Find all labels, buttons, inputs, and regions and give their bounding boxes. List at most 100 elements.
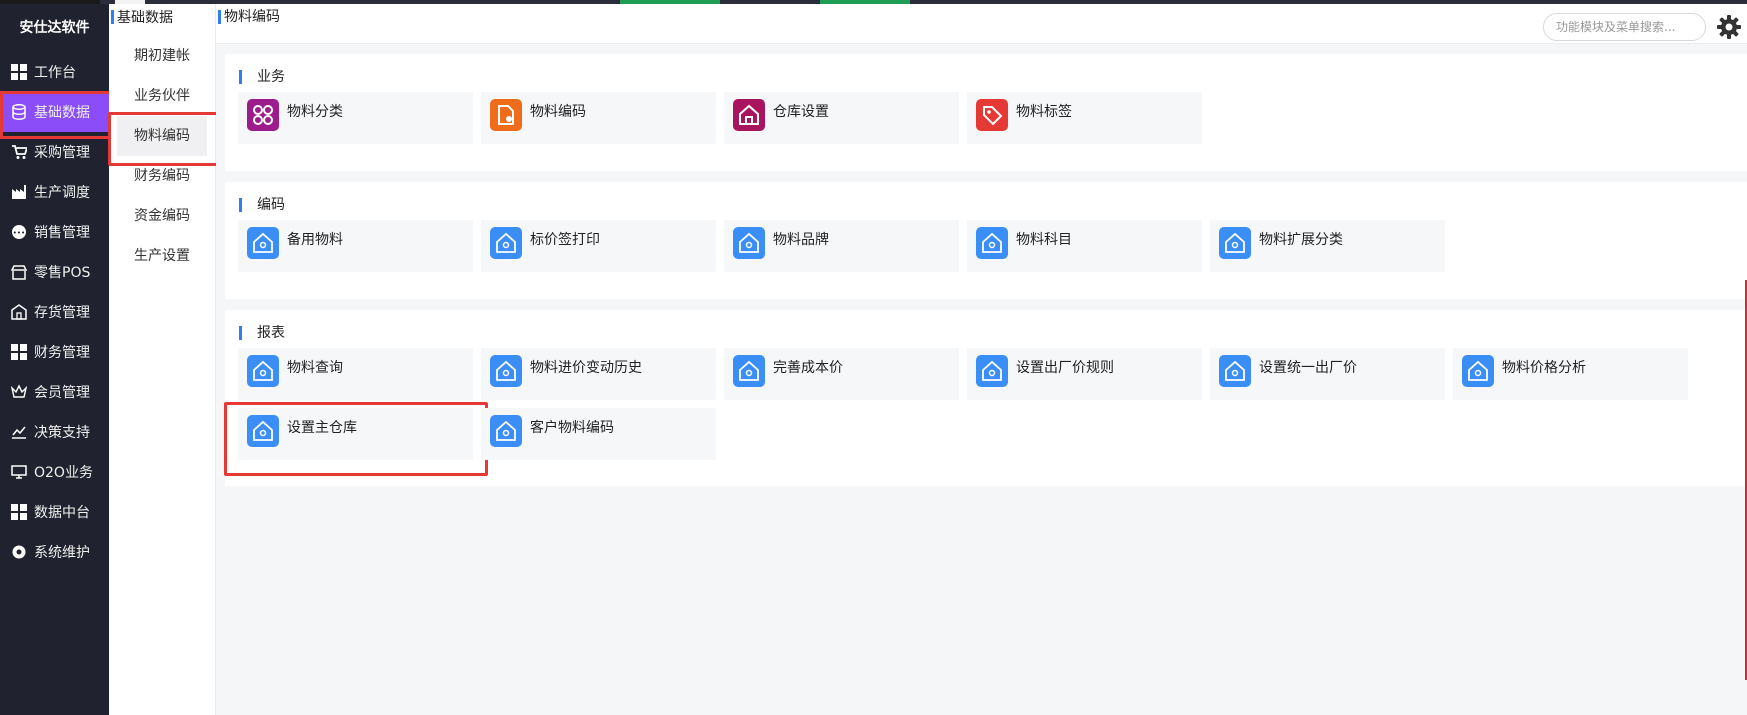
section-business: 业务 物料分类 物料编码 仓库设置 物料标签: [225, 54, 1747, 171]
main-sidebar: 安仕达软件 工作台 基础数据 采购管理 生产调度 ••• 销售管理 零售POS …: [0, 4, 114, 715]
nav-item-finance[interactable]: 财务管理: [0, 332, 109, 372]
header-bar: 物料编码: [216, 4, 1747, 44]
section-reports: 报表 物料查询 物料进价变动历史 完善成本价 设置出厂价规则 设置统一出厂价 物…: [224, 310, 1747, 486]
tile-material-brand[interactable]: 物料品牌: [724, 220, 959, 272]
house-search-icon: [1219, 227, 1251, 259]
tile-material-query[interactable]: 物料查询: [238, 348, 473, 400]
gear-icon: [10, 543, 28, 561]
nav-label: 存货管理: [34, 305, 90, 321]
nav-label: 生产调度: [34, 185, 90, 201]
nav-item-base-data[interactable]: 基础数据: [0, 91, 114, 139]
nav-item-pos[interactable]: 零售POS: [0, 252, 109, 292]
nav-label: 零售POS: [34, 265, 91, 281]
grid-icon: [10, 63, 28, 81]
tile-label: 客户物料编码: [530, 420, 614, 436]
house-search-icon: [490, 355, 522, 387]
svg-text:•••: •••: [13, 229, 25, 237]
section-title: 编码: [239, 196, 285, 214]
nav-label: 采购管理: [34, 145, 90, 161]
sub-item-opening[interactable]: 期初建帐: [109, 36, 215, 76]
tile-material-category[interactable]: 物料分类: [238, 92, 473, 144]
tile-unified-factory-price[interactable]: 设置统一出厂价: [1210, 348, 1445, 400]
tile-label: 设置主仓库: [287, 420, 357, 436]
nav-label: 决策支持: [34, 425, 90, 441]
nav-item-member[interactable]: 会员管理: [0, 372, 109, 412]
nav-item-workbench[interactable]: 工作台: [0, 52, 109, 92]
tile-label: 仓库设置: [773, 104, 829, 120]
sub-item-partners[interactable]: 业务伙伴: [109, 76, 215, 116]
database-icon: [10, 103, 28, 121]
nav-label: 系统维护: [34, 545, 90, 561]
tile-label: 设置出厂价规则: [1016, 360, 1114, 376]
subbar-title: 基础数据: [109, 4, 215, 30]
nav-label: O2O业务: [34, 465, 93, 481]
tag-icon: [976, 99, 1008, 131]
tile-material-price-analysis[interactable]: 物料价格分析: [1453, 348, 1688, 400]
tile-set-main-warehouse[interactable]: 设置主仓库: [224, 402, 488, 476]
secondary-sidebar: 基础数据 期初建帐 业务伙伴 物料编码 财务编码 资金编码 生产设置: [108, 4, 220, 715]
nav-item-decision[interactable]: 决策支持: [0, 412, 109, 452]
nav-item-purchase[interactable]: 采购管理: [0, 132, 109, 172]
nav-item-data-center[interactable]: 数据中台: [0, 492, 109, 532]
nav-item-production[interactable]: 生产调度: [0, 172, 109, 212]
nav-label: 会员管理: [34, 385, 90, 401]
tile-label: 物料编码: [530, 104, 586, 120]
house-search-icon: [490, 227, 522, 259]
tile-label: 物料品牌: [773, 232, 829, 248]
tile-material-ext-category[interactable]: 物料扩展分类: [1210, 220, 1445, 272]
file-gear-icon: [490, 99, 522, 131]
breadcrumb: 物料编码: [218, 4, 280, 30]
section-title: 报表: [239, 324, 285, 342]
house-search-icon: [976, 355, 1008, 387]
factory-icon: [10, 183, 28, 201]
cart-icon: [10, 143, 28, 161]
app-window: 安仕达软件 工作台 基础数据 采购管理 生产调度 ••• 销售管理 零售POS …: [0, 0, 1747, 715]
grid-icon: [10, 343, 28, 361]
nav-label: 基础数据: [34, 105, 90, 121]
tile-label: 物料扩展分类: [1259, 232, 1343, 248]
tile-label: 完善成本价: [773, 360, 843, 376]
tile-label: 物料查询: [287, 360, 343, 376]
tile-material-tag[interactable]: 物料标签: [967, 92, 1202, 144]
nav-item-inventory[interactable]: 存货管理: [0, 292, 109, 332]
tile-label: 物料分类: [287, 104, 343, 120]
sub-item-material-code[interactable]: 物料编码: [108, 112, 220, 166]
house-search-icon: [733, 355, 765, 387]
section-coding: 编码 备用物料 标价签打印 物料品牌 物料科目 物料扩展分类: [225, 182, 1747, 299]
main-content: 业务 物料分类 物料编码 仓库设置 物料标签 编码 备用物料 标价签打印 物料品…: [216, 45, 1747, 715]
tile-label: 物料价格分析: [1502, 360, 1586, 376]
nav-label: 数据中台: [34, 505, 90, 521]
sub-item-finance-code[interactable]: 财务编码: [109, 156, 215, 196]
brand-title: 安仕达软件: [19, 20, 90, 36]
house-search-icon: [1219, 355, 1251, 387]
warehouse-icon: [10, 303, 28, 321]
nav-item-system[interactable]: 系统维护: [0, 532, 109, 572]
house-search-icon: [976, 227, 1008, 259]
tile-warehouse-settings[interactable]: 仓库设置: [724, 92, 959, 144]
tile-price-label-print[interactable]: 标价签打印: [481, 220, 716, 272]
nav-item-sales[interactable]: ••• 销售管理: [0, 212, 109, 252]
nav-label: 销售管理: [34, 225, 90, 241]
tile-material-code[interactable]: 物料编码: [481, 92, 716, 144]
search-input[interactable]: [1543, 13, 1706, 41]
tile-spare-material[interactable]: 备用物料: [238, 220, 473, 272]
home-icon: [733, 99, 765, 131]
tile-purchase-price-history[interactable]: 物料进价变动历史: [481, 348, 716, 400]
tile-material-subject[interactable]: 物料科目: [967, 220, 1202, 272]
grid-icon: [10, 503, 28, 521]
house-search-icon: [247, 415, 279, 447]
house-search-icon: [733, 227, 765, 259]
settings-gear-icon[interactable]: [1716, 14, 1742, 40]
nav-label: 财务管理: [34, 345, 90, 361]
tile-label: 物料科目: [1016, 232, 1072, 248]
sub-item-fund-code[interactable]: 资金编码: [109, 196, 215, 236]
tile-label: 物料标签: [1016, 104, 1072, 120]
nav-item-o2o[interactable]: O2O业务: [0, 452, 109, 492]
store-icon: [10, 263, 28, 281]
tile-complete-cost-price[interactable]: 完善成本价: [724, 348, 959, 400]
tile-factory-price-rules[interactable]: 设置出厂价规则: [967, 348, 1202, 400]
house-search-icon: [247, 355, 279, 387]
tile-label: 备用物料: [287, 232, 343, 248]
sub-item-production-settings[interactable]: 生产设置: [109, 236, 215, 276]
tile-customer-material-code[interactable]: 客户物料编码: [481, 408, 716, 460]
